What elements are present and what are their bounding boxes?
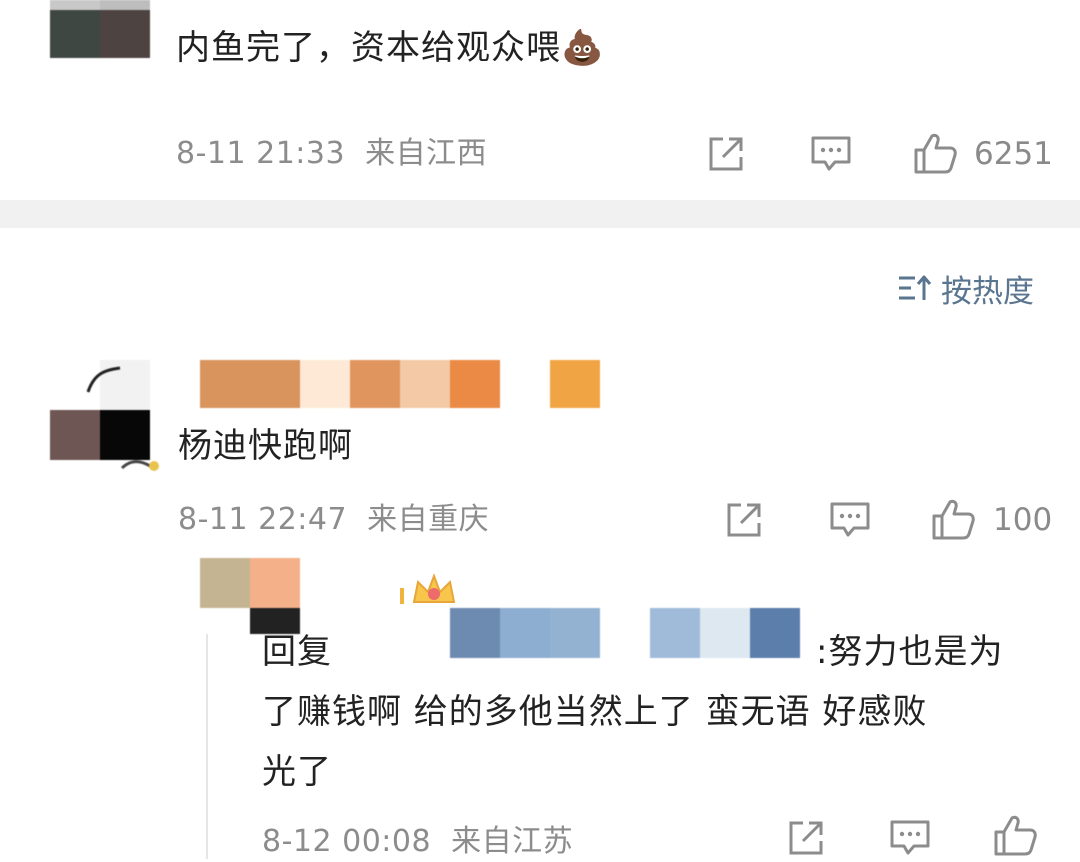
avatar[interactable] [50, 0, 150, 58]
comment-text: 内鱼完了，资本给观众喂 [176, 28, 561, 68]
poop-emoji: 💩 [561, 28, 605, 68]
comment-time: 8-11 22:47 [178, 502, 348, 537]
username-redacted[interactable] [200, 360, 600, 408]
comment-icon[interactable] [809, 134, 853, 174]
sort-label: 按热度 [941, 273, 1034, 310]
like-icon[interactable] [930, 496, 976, 542]
reply-text-line-3: 光了 [262, 752, 332, 792]
reply-prefix: 回复 [262, 632, 332, 672]
reply-thread-line [206, 628, 208, 859]
sort-icon [899, 275, 932, 300]
comment-icon[interactable] [828, 500, 872, 540]
reply-time: 8-12 00:08 [262, 824, 432, 859]
comment-location: 来自重庆 [367, 502, 490, 537]
comment-icon[interactable] [888, 818, 932, 858]
section-divider [0, 200, 1080, 228]
comment-location: 来自江西 [365, 136, 488, 171]
reply-text-line-1-tail: :努力也是为 [816, 632, 1004, 672]
reply-text-line-2: 了赚钱啊 给的多他当然上了 蛮无语 好感败 [262, 692, 928, 732]
like-icon[interactable] [992, 812, 1038, 858]
reply-location: 来自江苏 [451, 824, 574, 859]
share-icon[interactable] [706, 134, 746, 174]
comment-time: 8-11 21:33 [176, 136, 346, 171]
comment-text: 杨迪快跑啊 [178, 426, 353, 466]
like-count: 100 [993, 502, 1053, 538]
share-icon[interactable] [724, 500, 764, 540]
crown-icon [400, 573, 456, 604]
like-count: 6251 [974, 136, 1053, 172]
like-icon[interactable] [912, 130, 958, 176]
avatar[interactable] [200, 558, 300, 634]
share-icon[interactable] [786, 818, 826, 858]
avatar[interactable] [50, 360, 159, 472]
sort-by-hotness[interactable]: 按热度 [897, 266, 1034, 310]
